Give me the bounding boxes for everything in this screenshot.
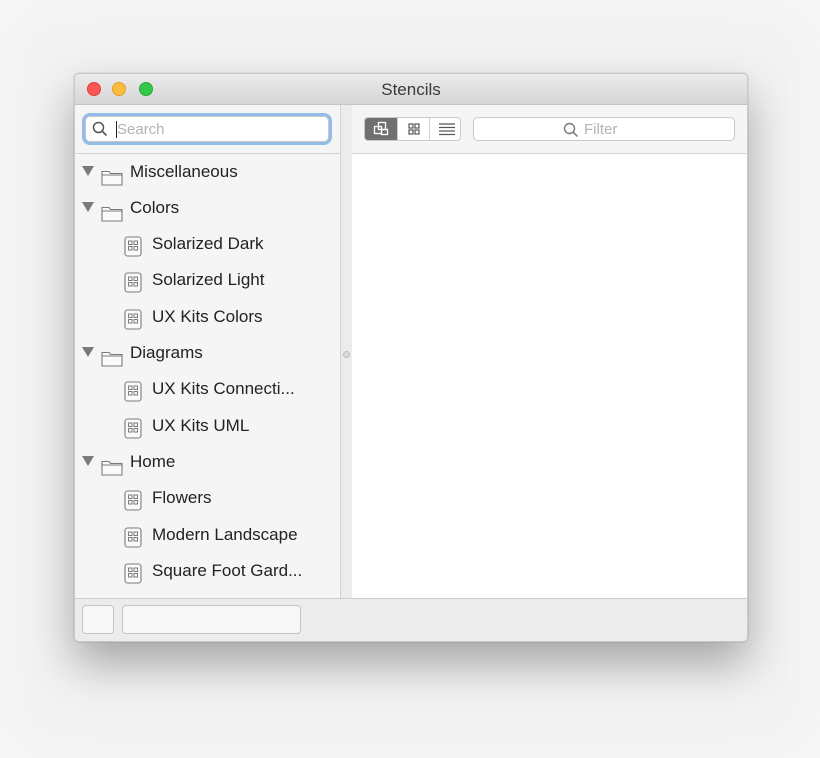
- disclosure-triangle-icon[interactable]: [82, 347, 94, 357]
- search-bar: [75, 105, 340, 154]
- stencil-tree[interactable]: Miscellaneous Colors Solarized Dark Solariz…: [75, 153, 340, 598]
- title-bar[interactable]: Stencils: [75, 74, 747, 105]
- list-icon: [439, 123, 455, 136]
- tree-item-label: Flowers: [152, 488, 212, 508]
- grid-icon: [408, 123, 420, 135]
- action-button[interactable]: [82, 605, 114, 634]
- tree-item[interactable]: Solarized Dark: [75, 226, 340, 262]
- view-mode-grid[interactable]: [397, 118, 430, 140]
- tree-item[interactable]: Solarized Light: [75, 262, 340, 298]
- tree-item[interactable]: Square Foot Gard...: [75, 553, 340, 589]
- tree-folder[interactable]: Home: [75, 444, 340, 480]
- tree-item[interactable]: Modern Landscape: [75, 517, 340, 553]
- tree-item-label: UX Kits Colors: [152, 306, 263, 326]
- action-popup-button[interactable]: [122, 605, 301, 634]
- split-view-handle[interactable]: [343, 351, 350, 358]
- disclosure-triangle-icon[interactable]: [82, 165, 94, 176]
- content-toolbar: [352, 105, 747, 154]
- window-title: Stencils: [381, 80, 441, 99]
- tree-item-label: Solarized Light: [152, 270, 265, 290]
- tree-item-label: UX Kits UML: [152, 415, 250, 435]
- tree-item[interactable]: UX Kits UML: [75, 408, 340, 444]
- search-icon: [563, 122, 579, 138]
- tree-item[interactable]: Flowers: [75, 480, 340, 516]
- disclosure-triangle-icon[interactable]: [82, 201, 94, 212]
- tree-item[interactable]: UX Kits Colors: [75, 299, 340, 335]
- view-mode-stacked[interactable]: [365, 118, 397, 140]
- filter-field[interactable]: [473, 117, 735, 141]
- tree-folder-label: Home: [130, 451, 176, 471]
- tree-folder-label: Diagrams: [130, 343, 203, 362]
- tree-item-label: Square Foot Gard...: [152, 560, 303, 580]
- tree-folder-label: Miscellaneous: [130, 161, 238, 181]
- stencil-content-area[interactable]: [352, 154, 747, 598]
- stacked-squares-icon: [373, 121, 389, 136]
- tree-folder-label: Colors: [130, 197, 180, 217]
- search-input[interactable]: [117, 118, 317, 140]
- tree-folder[interactable]: Diagrams: [75, 335, 340, 371]
- tree-folder[interactable]: Colors: [75, 190, 340, 226]
- sidebar: Miscellaneous Colors Solarized Dark Solariz…: [75, 105, 341, 598]
- view-mode-list[interactable]: [429, 118, 460, 140]
- disclosure-triangle-icon[interactable]: [82, 455, 94, 466]
- filter-input[interactable]: [584, 119, 724, 139]
- tree-item-label: Modern Landscape: [152, 524, 298, 544]
- search-field[interactable]: [85, 116, 329, 142]
- bottom-bar: [75, 598, 747, 641]
- tree-item-label: Solarized Dark: [152, 234, 264, 254]
- tree-folder[interactable]: Miscellaneous: [75, 154, 340, 190]
- stencils-window: Stencils Miscellaneous Colors Solarized Da…: [74, 73, 748, 642]
- tree-item-label: UX Kits Connecti...: [152, 379, 295, 399]
- view-mode-control[interactable]: [364, 117, 461, 141]
- tree-item[interactable]: UX Kits Connecti...: [75, 371, 340, 407]
- search-icon: [92, 121, 108, 137]
- stencil-icon: [124, 561, 142, 597]
